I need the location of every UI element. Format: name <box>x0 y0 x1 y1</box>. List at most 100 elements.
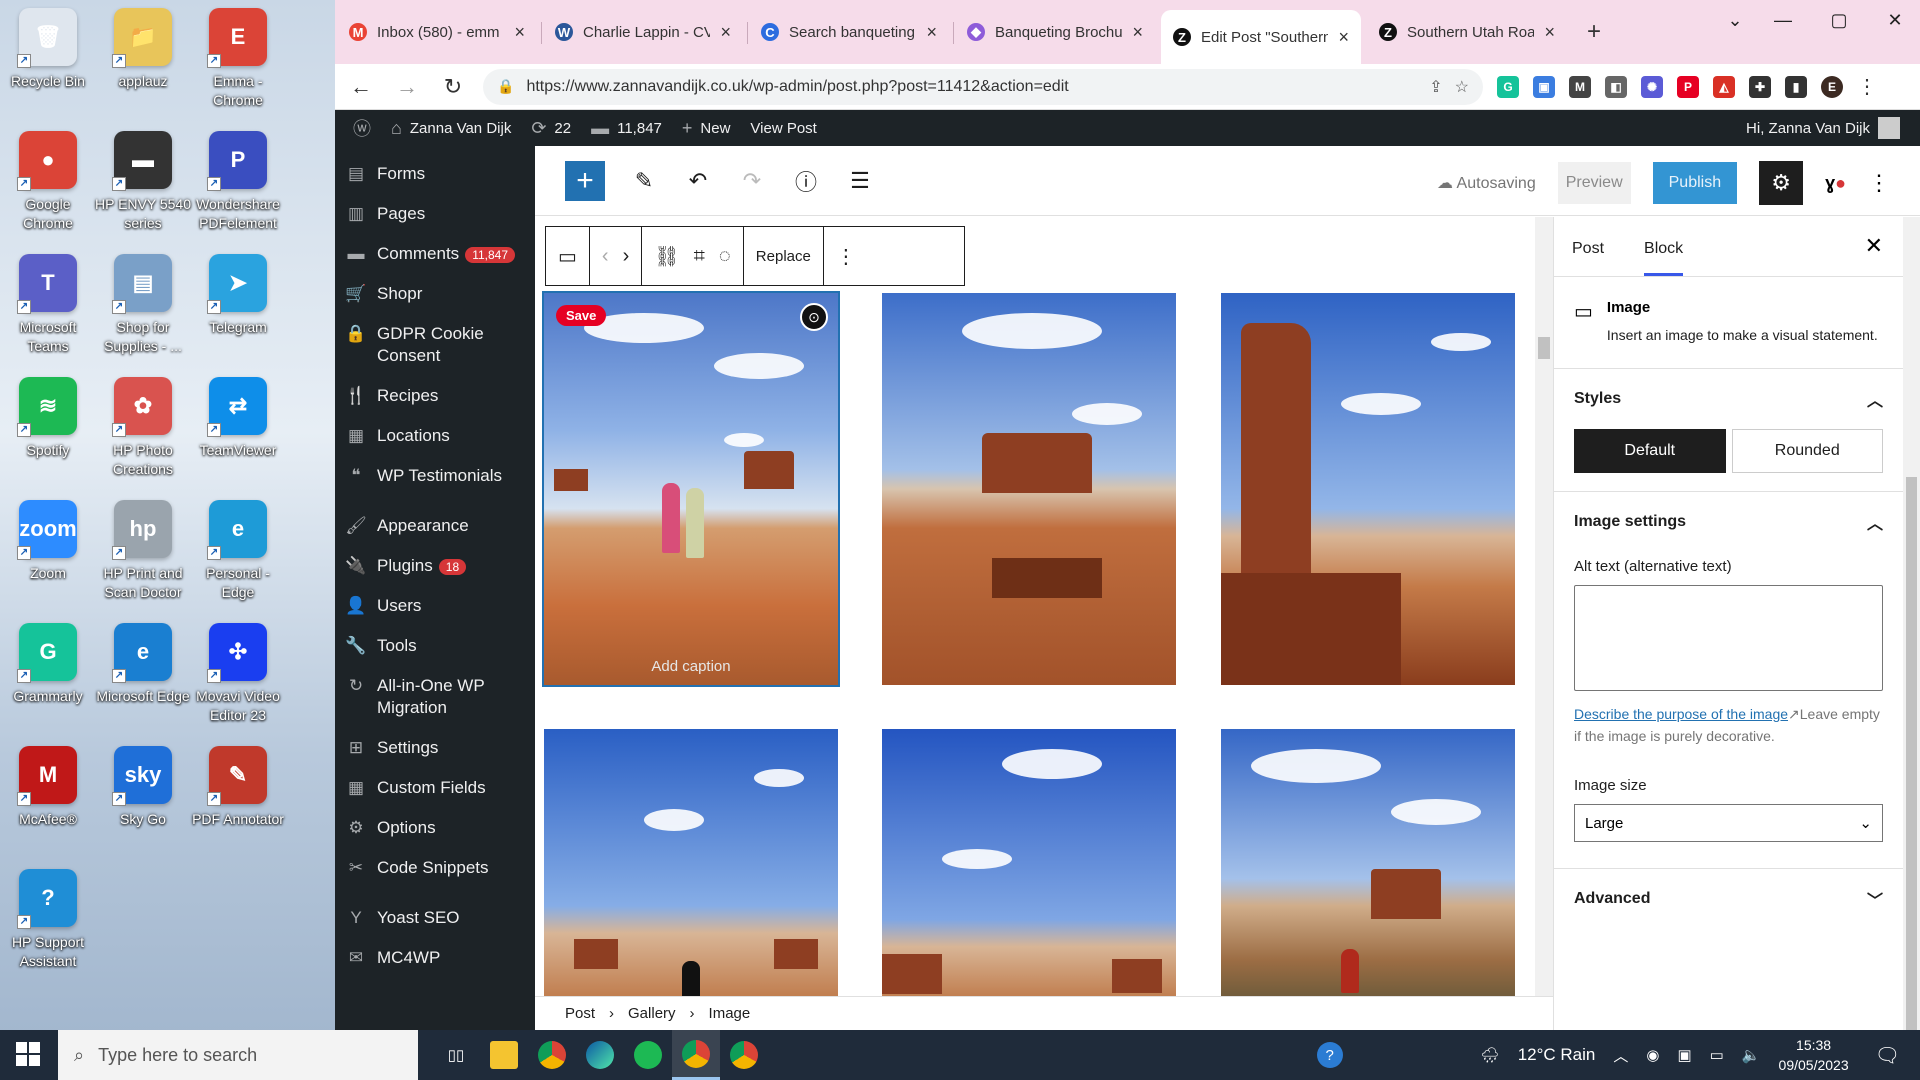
breadcrumb-gallery[interactable]: Gallery <box>628 1005 676 1022</box>
maximize-icon[interactable]: ▢ <box>1815 0 1863 40</box>
desktop-icon[interactable]: M ↗ McAfee® <box>0 746 96 829</box>
block-options-kebab-icon[interactable]: ⋮ <box>836 244 856 269</box>
gallery-image-2[interactable] <box>882 293 1176 685</box>
sidebar-item-code-snippets[interactable]: ✂ Code Snippets <box>335 848 535 888</box>
extension-icon[interactable]: E <box>1821 75 1843 98</box>
advanced-panel-toggle[interactable]: Advanced ﹀ <box>1574 887 1883 911</box>
new-tab-plus-icon[interactable]: + <box>1575 10 1613 54</box>
extension-icon[interactable]: M <box>1569 75 1591 98</box>
sidebar-item-wp-testimonials[interactable]: ❝ WP Testimonials <box>335 456 535 496</box>
sidebar-item-tools[interactable]: 🔧 Tools <box>335 626 535 666</box>
gallery-image-6[interactable] <box>1221 729 1515 997</box>
sidebar-item-appearance[interactable]: 🖌 Appearance <box>335 506 535 546</box>
sidebar-item-gdpr-cookie-consent[interactable]: 🔒 GDPR Cookie Consent <box>335 314 535 376</box>
sidebar-item-custom-fields[interactable]: ▦ Custom Fields <box>335 768 535 808</box>
file-explorer-icon[interactable] <box>480 1030 528 1080</box>
styles-panel-toggle[interactable]: Styles ︿ <box>1574 387 1883 411</box>
browser-tab[interactable]: W Charlie Lappin - CV × <box>543 10 743 54</box>
link-icon[interactable]: ⛓ <box>654 244 679 269</box>
desktop-icon[interactable]: ✎ ↗ PDF Annotator <box>190 746 286 829</box>
redo-icon[interactable]: ↷ <box>737 168 767 194</box>
desktop-icon[interactable]: 📁 ↗ applauz <box>95 8 191 91</box>
gallery-image-3[interactable] <box>1221 293 1515 685</box>
spotify-taskbar-icon[interactable] <box>624 1030 672 1080</box>
start-windows-icon[interactable] <box>16 1042 40 1066</box>
vpn-icon[interactable]: ▣ <box>1677 1046 1691 1064</box>
yoast-icon[interactable]: ɣ● <box>1825 173 1846 194</box>
chrome-profile-taskbar-icon[interactable] <box>672 1030 720 1080</box>
image-size-select[interactable]: Large ⌄ <box>1574 804 1883 842</box>
crop-icon[interactable]: ⌗ <box>694 245 705 268</box>
meet-now-icon[interactable]: ◉ <box>1646 1046 1659 1064</box>
desktop-icon[interactable]: E ↗ Emma - Chrome <box>190 8 286 110</box>
sidebar-item-locations[interactable]: ▦ Locations <box>335 416 535 456</box>
volume-icon[interactable]: 🔈 <box>1742 1046 1761 1064</box>
desktop-icon[interactable]: ✣ ↗ Movavi Video Editor 23 <box>190 623 286 725</box>
notifications-icon[interactable]: 🗨 <box>1875 1043 1900 1068</box>
block-inserter-button[interactable]: + <box>565 160 605 201</box>
close-tab-icon[interactable]: × <box>720 22 731 43</box>
browser-tab[interactable]: Z Edit Post "Southern × <box>1161 10 1361 64</box>
tab-block[interactable]: Block <box>1644 240 1684 276</box>
desktop-icon[interactable]: ▤ ↗ Shop for Supplies - ... <box>95 254 191 356</box>
style-rounded-button[interactable]: Rounded <box>1731 429 1883 473</box>
sidebar-item-users[interactable]: 👤 Users <box>335 586 535 626</box>
desktop-icon[interactable]: ▬ ↗ HP ENVY 5540 series <box>95 131 191 233</box>
sidebar-item-yoast-seo[interactable]: Y Yoast SEO <box>335 898 535 938</box>
desktop-icon[interactable]: e ↗ Microsoft Edge <box>95 623 191 706</box>
gallery-image-5[interactable] <box>882 729 1176 997</box>
list-view-icon[interactable]: ☰ <box>845 168 875 194</box>
close-tab-icon[interactable]: × <box>1544 22 1555 43</box>
close-window-icon[interactable]: ✕ <box>1871 0 1919 40</box>
canvas-scrollbar[interactable] <box>1535 217 1553 997</box>
chevron-up-icon[interactable]: ︿ <box>1613 1045 1628 1066</box>
replace-button[interactable]: Replace <box>756 248 811 265</box>
view-post-link[interactable]: View Post <box>740 110 826 146</box>
desktop-icon[interactable]: ● ↗ Google Chrome <box>0 131 96 233</box>
chrome-taskbar-icon[interactable] <box>528 1030 576 1080</box>
wp-logo-menu[interactable]: ⓦ <box>343 110 381 146</box>
my-account-link[interactable]: Hi, Zanna Van Dijk <box>1746 110 1900 146</box>
desktop-icon[interactable]: ➤ ↗ Telegram <box>190 254 286 337</box>
taskbar-search[interactable]: ⌕ Type here to search <box>58 1030 418 1080</box>
minimize-icon[interactable]: — <box>1759 0 1807 40</box>
desktop-icon[interactable]: T ↗ Microsoft Teams <box>0 254 96 356</box>
sidebar-item-pages[interactable]: ▥ Pages <box>335 194 535 234</box>
sidebar-item-recipes[interactable]: 🍴 Recipes <box>335 376 535 416</box>
browser-tab[interactable]: ◆ Banqueting Brochu × <box>955 10 1155 54</box>
style-default-button[interactable]: Default <box>1574 429 1726 473</box>
sidebar-item-settings[interactable]: ⊞ Settings <box>335 728 535 768</box>
reload-button[interactable]: ↻ <box>437 71 469 103</box>
edge-taskbar-icon[interactable] <box>576 1030 624 1080</box>
extension-icon[interactable]: P <box>1677 75 1699 98</box>
gallery-image-4[interactable] <box>544 729 838 997</box>
move-right-chevron-icon[interactable]: › <box>623 245 630 268</box>
duotone-icon[interactable]: ◌ <box>719 245 731 268</box>
extension-icon[interactable]: ◭ <box>1713 75 1735 98</box>
move-left-chevron-icon[interactable]: ‹ <box>602 245 609 268</box>
site-name-link[interactable]: ⌂ Zanna Van Dijk <box>381 110 521 146</box>
tab-search-chevron-icon[interactable]: ⌄ <box>1711 0 1759 40</box>
extension-icon[interactable]: G <box>1497 75 1519 98</box>
sidebar-item-shopr[interactable]: 🛒 Shopr <box>335 274 535 314</box>
desktop-icon[interactable]: ⇄ ↗ TeamViewer <box>190 377 286 460</box>
back-button[interactable]: ← <box>345 71 377 103</box>
menu-kebab-icon[interactable]: ⋮ <box>1857 74 1877 99</box>
forward-button[interactable]: → <box>391 71 423 103</box>
desktop-icon[interactable]: ? ↗ HP Support Assistant <box>0 869 96 971</box>
desktop-icon[interactable]: ≋ ↗ Spotify <box>0 377 96 460</box>
new-content-link[interactable]: + New <box>672 110 741 146</box>
tools-pencil-icon[interactable]: ✎ <box>629 168 659 194</box>
preview-button[interactable]: Preview <box>1557 162 1631 204</box>
publish-button[interactable]: Publish <box>1652 162 1738 204</box>
sidebar-item-plugins[interactable]: 🔌 Plugins 18 <box>335 546 535 586</box>
battery-icon[interactable]: ▭ <box>1710 1046 1724 1064</box>
url-text[interactable]: https://www.zannavandijk.co.uk/wp-admin/… <box>526 78 1417 96</box>
desktop-icon[interactable]: 🗑 ↗ Recycle Bin <box>0 8 96 91</box>
desktop-icon[interactable]: G ↗ Grammarly <box>0 623 96 706</box>
gallery-image-1[interactable]: Save ⊙ Add caption <box>542 291 840 687</box>
browser-tab[interactable]: M Inbox (580) - emm × <box>337 10 537 54</box>
settings-gear-icon[interactable]: ⚙ <box>1759 161 1804 205</box>
desktop-icon[interactable]: hp ↗ HP Print and Scan Doctor <box>95 500 191 602</box>
close-tab-icon[interactable]: × <box>1132 22 1143 43</box>
